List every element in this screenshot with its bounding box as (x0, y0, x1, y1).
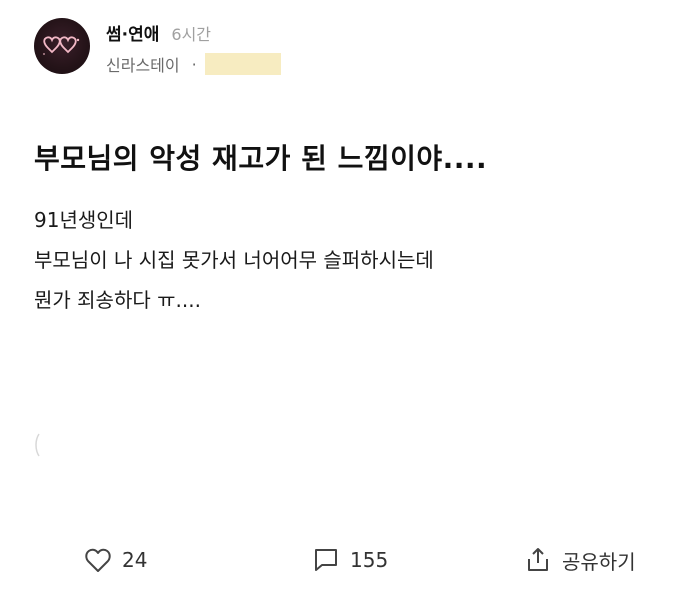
separator-dot: · (191, 54, 197, 74)
action-bar: 24 155 공유하기 (0, 540, 700, 580)
comment-button[interactable]: 155 (312, 540, 388, 580)
share-button[interactable]: 공유하기 (524, 540, 636, 580)
faint-cursor-mark (35, 433, 40, 457)
avatar[interactable] (34, 18, 90, 74)
like-count: 24 (122, 548, 148, 572)
post-header: 썸·연애 6시간 신라스테이 · (34, 16, 654, 78)
body-line-3: 뭔가 죄송하다 ㅠ.... (34, 288, 201, 312)
post-body: 91년생인데 부모님이 나 시집 못가서 너어어무 슬퍼하시는데 뭔가 죄송하다… (34, 200, 654, 320)
author-line: 신라스테이 · (106, 52, 281, 76)
share-icon (524, 546, 552, 574)
heart-icon (84, 547, 112, 573)
school-name: 신라스테이 (106, 56, 180, 75)
like-button[interactable]: 24 (84, 540, 147, 580)
redacted-author-box (204, 53, 281, 75)
post-title: 부모님의 악성 재고가 된 느낌이야.... (34, 142, 488, 175)
neon-hearts-icon (43, 36, 80, 55)
board-line: 썸·연애 6시간 (106, 20, 211, 45)
share-label: 공유하기 (562, 549, 636, 574)
body-line-2: 부모님이 나 시집 못가서 너어어무 슬퍼하시는데 (34, 248, 434, 272)
comment-count: 155 (350, 548, 389, 572)
post-time: 6시간 (171, 25, 212, 44)
comment-bubble-icon (312, 547, 340, 573)
board-name[interactable]: 썸·연애 (106, 20, 159, 45)
body-line-1: 91년생인데 (34, 208, 134, 232)
